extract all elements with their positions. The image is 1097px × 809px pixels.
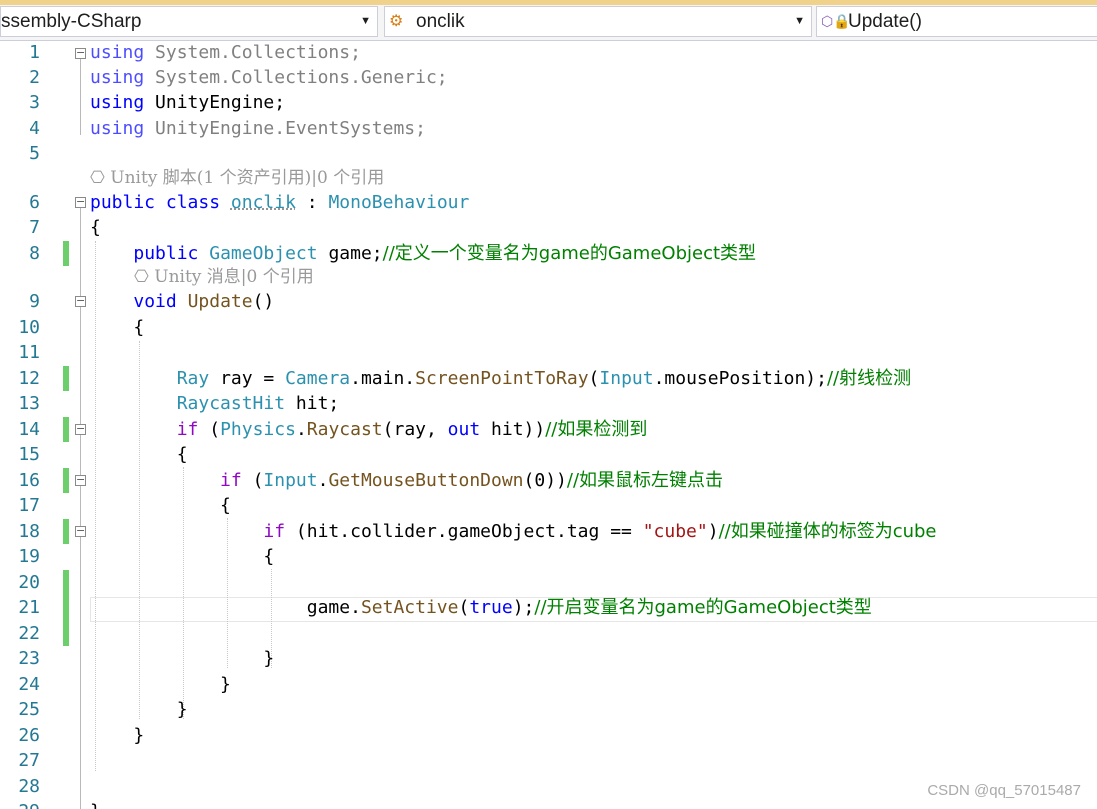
project-dropdown[interactable]: ssembly-CSharp ▼ xyxy=(0,6,378,37)
watermark: CSDN @qq_57015487 xyxy=(927,782,1081,799)
line-number: 2 xyxy=(29,67,40,88)
code-line: { xyxy=(220,495,231,516)
line-number: 7 xyxy=(29,217,40,238)
code-line: } xyxy=(133,725,145,746)
line-number: 14 xyxy=(18,419,40,440)
codelens-class-references[interactable]: ⎔ Unity 脚本(1 个资产引用)|0 个引用 xyxy=(90,166,384,191)
change-marker xyxy=(63,468,69,493)
line-number: 11 xyxy=(18,342,40,363)
chevron-down-icon: ▼ xyxy=(360,15,371,27)
line-number: 8 xyxy=(29,243,40,264)
code-line: if (hit.collider.gameObject.tag == "cube… xyxy=(263,521,937,542)
type-dropdown-label: onclik xyxy=(416,11,465,32)
code-line: game.SetActive(true);//开启变量名为game的GameOb… xyxy=(306,597,872,618)
type-dropdown[interactable]: ⚙ onclik ▼ xyxy=(384,6,812,37)
line-number: 23 xyxy=(18,648,40,669)
line-number: 19 xyxy=(18,546,40,567)
code-line: } xyxy=(90,799,101,809)
line-number: 16 xyxy=(18,470,40,491)
title-accent-strip xyxy=(0,0,1097,5)
line-number: 12 xyxy=(18,368,40,389)
collapse-toggle[interactable]: − xyxy=(75,423,86,435)
code-line: public class onclik : MonoBehaviour xyxy=(90,192,470,213)
line-number: 22 xyxy=(18,623,40,644)
code-line: } xyxy=(220,674,231,695)
collapse-toggle[interactable]: − xyxy=(75,525,86,537)
code-line: using UnityEngine.EventSystems; xyxy=(90,118,426,139)
code-line: using UnityEngine; xyxy=(90,92,286,113)
codelens-method-references[interactable]: ⎔ Unity 消息|0 个引用 xyxy=(134,265,314,290)
chevron-down-icon: ▼ xyxy=(794,15,805,27)
class-icon: ⚙ xyxy=(389,13,404,30)
code-line: } xyxy=(176,699,188,720)
code-line: public GameObject game;//定义一个变量名为game的Ga… xyxy=(133,243,757,264)
line-number: 13 xyxy=(18,393,40,414)
line-number: 21 xyxy=(18,597,40,618)
code-line: if (Input.GetMouseButtonDown(0))//如果鼠标左键… xyxy=(220,470,724,491)
line-number: 26 xyxy=(18,725,40,746)
code-line: RaycastHit hit; xyxy=(176,393,340,414)
collapse-toggle[interactable]: − xyxy=(75,47,86,59)
line-number: 29 xyxy=(0,799,40,809)
code-line: { xyxy=(90,217,101,238)
change-marker xyxy=(63,366,69,391)
code-line: void Update() xyxy=(133,291,275,312)
line-number: 3 xyxy=(29,92,40,113)
line-number: 15 xyxy=(18,444,40,465)
code-line: if (Physics.Raycast(ray, out hit))//如果检测… xyxy=(176,419,648,440)
collapse-toggle[interactable]: − xyxy=(75,474,86,486)
code-line: { xyxy=(133,317,145,338)
line-number: 25 xyxy=(18,699,40,720)
change-marker xyxy=(63,241,69,266)
line-number: 9 xyxy=(29,291,40,312)
line-number: 27 xyxy=(18,750,40,771)
change-marker xyxy=(63,570,69,646)
code-editor[interactable]: − − − − − − 1 2 3 4 5 6 7 8 9 10 11 12 1… xyxy=(0,40,1097,809)
line-number: 20 xyxy=(18,572,40,593)
navigation-bar: ssembly-CSharp ▼ ⚙ onclik ▼ ⬡🔒 Update() xyxy=(0,0,1097,41)
line-number: 28 xyxy=(18,776,40,797)
line-number: 17 xyxy=(18,495,40,516)
code-line: } xyxy=(263,648,275,669)
code-line: { xyxy=(263,546,275,567)
project-dropdown-label: ssembly-CSharp xyxy=(1,11,142,32)
code-line: { xyxy=(176,444,188,465)
member-dropdown-label: Update() xyxy=(848,11,922,32)
line-number: 1 xyxy=(29,42,40,63)
unity-cube-icon: ⎔ xyxy=(90,168,105,188)
method-lock-icon: ⬡🔒 xyxy=(821,13,851,29)
line-number: 5 xyxy=(29,143,40,164)
code-line: using System.Collections; xyxy=(90,42,361,63)
line-number: 18 xyxy=(18,521,40,542)
line-number: 24 xyxy=(18,674,40,695)
member-dropdown[interactable]: ⬡🔒 Update() xyxy=(816,6,1097,37)
change-marker xyxy=(63,417,69,442)
line-number: 6 xyxy=(29,192,40,213)
collapse-toggle[interactable]: − xyxy=(75,196,86,208)
outline-line xyxy=(80,59,81,135)
code-line: using System.Collections.Generic; xyxy=(90,67,448,88)
unity-cube-icon: ⎔ xyxy=(134,267,149,287)
code-line: Ray ray = Camera.main.ScreenPointToRay(I… xyxy=(176,368,912,389)
line-number: 4 xyxy=(29,118,40,139)
collapse-toggle[interactable]: − xyxy=(75,295,86,307)
change-marker xyxy=(63,519,69,544)
line-number: 10 xyxy=(18,317,40,338)
